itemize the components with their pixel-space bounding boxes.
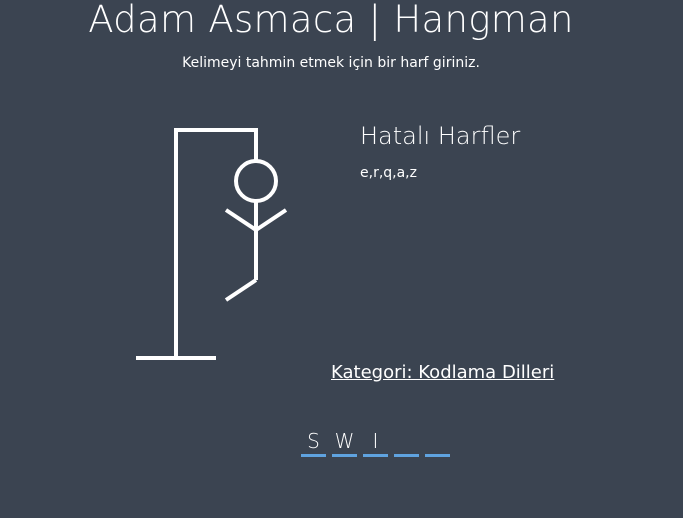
letter-slot [425, 428, 450, 457]
stickman-right-arm [254, 208, 288, 232]
letter-slot: S [301, 428, 326, 457]
word-slots: S W I [301, 428, 450, 457]
wrong-letters-list: e,r,q,a,z [360, 165, 417, 181]
wrong-letters-heading: Hatalı Harfler [360, 122, 521, 150]
letter-slot [394, 428, 419, 457]
category-link[interactable]: Kategori: Kodlama Dilleri [331, 362, 554, 383]
letter-slot: W [332, 428, 357, 457]
stickman-left-leg [224, 278, 258, 302]
stickman-left-arm [224, 208, 258, 232]
letter-slot: I [363, 428, 388, 457]
stickman-head [234, 159, 278, 203]
